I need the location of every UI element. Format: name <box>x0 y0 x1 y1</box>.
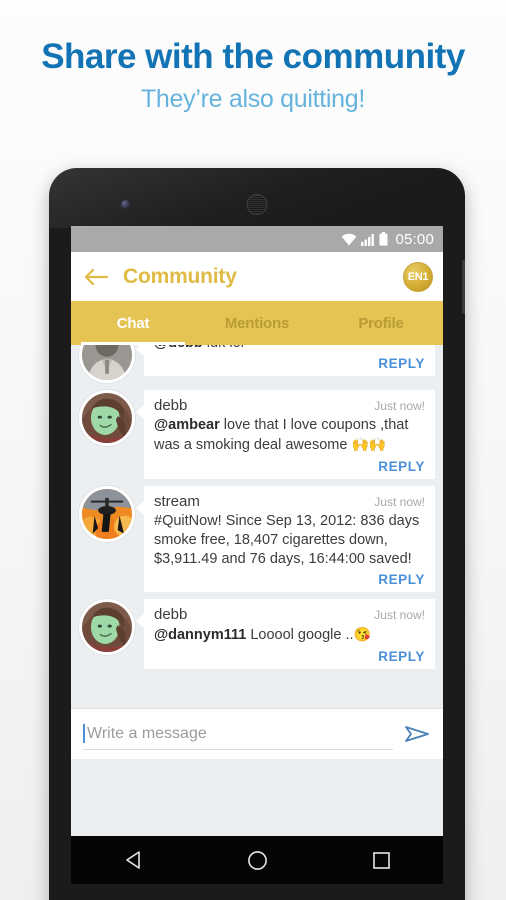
android-navigation-bar <box>71 836 443 884</box>
message-mention[interactable]: @dannym111 <box>154 627 246 643</box>
battery-icon <box>379 232 388 246</box>
earpiece-speaker-icon <box>246 194 268 215</box>
tab-mentions[interactable]: Mentions <box>195 301 319 345</box>
chat-message: @debb idk lol REPLY <box>79 345 435 383</box>
reply-link[interactable]: REPLY <box>154 459 425 474</box>
avatar[interactable] <box>79 345 135 383</box>
reply-link[interactable]: REPLY <box>154 649 425 664</box>
message-timestamp: Just now! <box>374 494 425 509</box>
avatar[interactable] <box>79 485 135 542</box>
status-bar-clock: 05:00 <box>395 230 434 248</box>
promo-title: Share with the community <box>41 37 465 76</box>
message-text: #QuitNow! Since Sep 13, 2012: 836 days s… <box>154 512 420 568</box>
message-bubble-wrap: stream Just now! #QuitNow! Since Sep 13,… <box>136 485 435 593</box>
reply-link[interactable]: REPLY <box>154 572 425 587</box>
message-emoji: 🙌🙌 <box>351 436 387 453</box>
wifi-icon <box>341 233 357 246</box>
chat-message-list[interactable]: @debb idk lol REPLY <box>71 345 443 759</box>
message-bubble: @debb idk lol REPLY <box>136 345 435 377</box>
message-body: Looool google .. <box>246 627 354 644</box>
tab-bar: Chat Mentions Profile <box>71 301 443 345</box>
language-badge[interactable]: EN1 <box>403 261 433 292</box>
page-title: Community <box>123 264 237 288</box>
message-author[interactable]: debb <box>154 397 187 414</box>
message-timestamp: Just now! <box>374 399 425 413</box>
message-bubble: stream Just now! #QuitNow! Since Sep 13,… <box>136 485 435 593</box>
status-bar: 05:00 <box>71 226 443 252</box>
message-bubble-wrap: debb Just now! @ambear love that I love … <box>136 390 435 479</box>
message-input-placeholder: Write a message <box>87 724 207 742</box>
message-bubble-wrap: @debb idk lol REPLY <box>136 345 435 377</box>
send-paper-plane-icon[interactable] <box>403 720 431 748</box>
front-camera-icon <box>121 200 130 209</box>
message-composer: Write a message <box>71 708 443 759</box>
promo-header: Share with the community They’re also qu… <box>0 37 506 114</box>
message-mention[interactable]: @debb <box>154 345 203 351</box>
nav-recents-square-icon[interactable] <box>360 845 402 875</box>
message-text: @ambear love that I love coupons ,that w… <box>154 416 425 456</box>
message-body: idk lol <box>203 345 244 351</box>
cellular-signal-icon <box>361 233 375 246</box>
promo-subtitle: They’re also quitting! <box>140 84 366 113</box>
message-bubble-wrap: debb Just now! @dannym111 Looool google … <box>136 599 435 669</box>
text-caret <box>83 724 85 743</box>
back-arrow-icon[interactable] <box>83 264 109 290</box>
message-timestamp: Just now! <box>374 608 425 623</box>
chat-message: debb Just now! @dannym111 Looool google … <box>79 599 435 669</box>
phone-screen: 05:00 Community EN1 Chat Mentions Profil… <box>71 226 443 836</box>
message-bubble: debb Just now! @dannym111 Looool google … <box>136 599 435 669</box>
message-header: debb Just now! <box>154 606 425 623</box>
message-emoji: 😘 <box>353 626 371 643</box>
action-bar: Community EN1 <box>71 252 443 301</box>
tab-profile[interactable]: Profile <box>319 301 443 345</box>
nav-back-triangle-icon[interactable] <box>112 845 154 875</box>
message-author[interactable]: stream <box>154 493 200 510</box>
message-mention[interactable]: @ambear <box>154 417 220 433</box>
message-header: debb Just now! <box>154 397 425 414</box>
chat-message: stream Just now! #QuitNow! Since Sep 13,… <box>79 485 435 593</box>
avatar[interactable] <box>79 390 135 446</box>
message-input[interactable]: Write a message <box>83 718 393 750</box>
power-button[interactable] <box>462 260 465 314</box>
message-author[interactable]: debb <box>154 606 187 623</box>
message-bubble: debb Just now! @ambear love that I love … <box>136 390 435 479</box>
nav-home-circle-icon[interactable] <box>236 845 278 875</box>
message-text: @debb idk lol <box>154 345 425 353</box>
message-text: @dannym111 Looool google ..😘 <box>154 625 425 645</box>
reply-link[interactable]: REPLY <box>154 356 425 371</box>
chat-message: debb Just now! @ambear love that I love … <box>79 390 435 479</box>
phone-device-frame: 05:00 Community EN1 Chat Mentions Profil… <box>49 168 465 900</box>
message-header: stream Just now! <box>154 493 425 510</box>
avatar[interactable] <box>79 599 135 656</box>
tab-chat[interactable]: Chat <box>71 301 195 345</box>
